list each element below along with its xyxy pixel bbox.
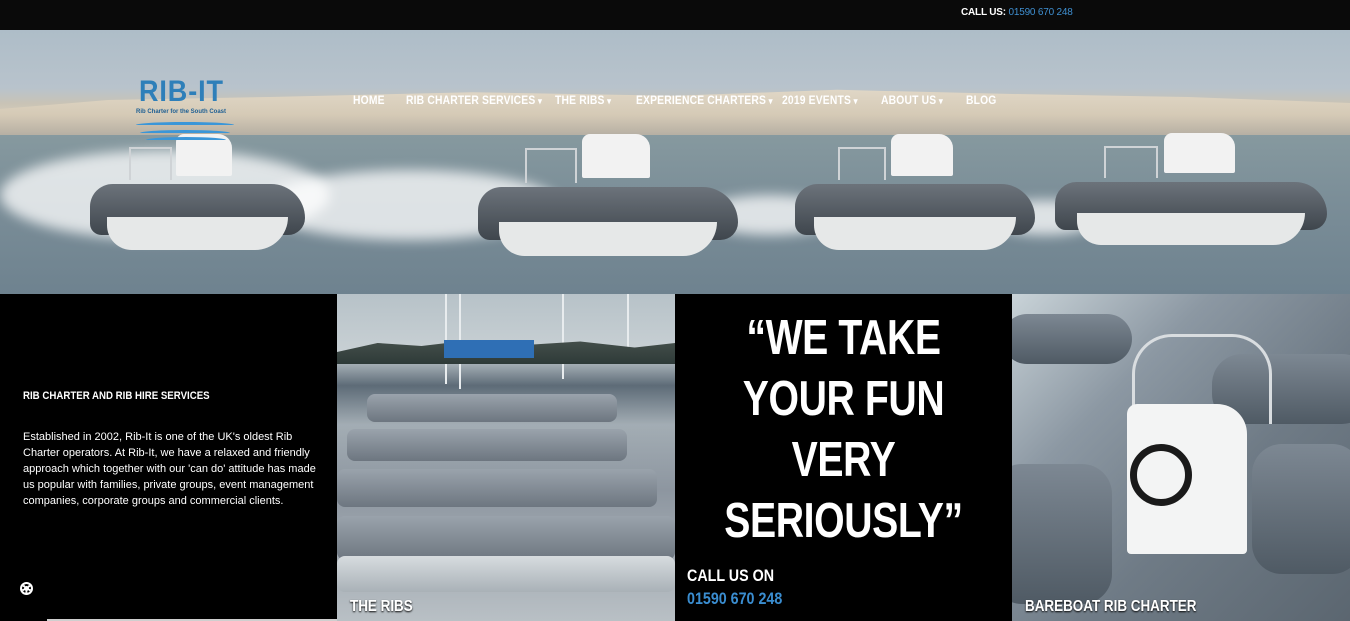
moored-rib: [367, 394, 617, 422]
bareboat-rib-charter-tile[interactable]: BAREBOAT RIB CHARTER: [1012, 294, 1350, 621]
logo-tagline: Rib Charter for the South Coast: [136, 109, 227, 115]
top-call-us: CALL US: 01590 670 248: [961, 7, 1073, 18]
mast: [445, 294, 447, 384]
nav-about-us[interactable]: ABOUT US ▾: [881, 93, 943, 107]
settings-gear-icon[interactable]: [20, 582, 33, 595]
the-ribs-label[interactable]: THE RIBS: [350, 598, 413, 616]
call-us-label: CALL US:: [961, 7, 1006, 18]
steering-wheel-icon: [1130, 444, 1192, 506]
nav-the-ribs[interactable]: THE RIBS ▾: [555, 93, 611, 107]
nav-blog[interactable]: BLOG: [966, 93, 997, 107]
bareboat-rib-charter-label[interactable]: BAREBOAT RIB CHARTER: [1025, 598, 1196, 616]
blue-sail-cover: [444, 340, 534, 358]
moored-rib: [337, 469, 657, 507]
nav-2019-events[interactable]: 2019 EVENTS ▾: [782, 93, 858, 107]
top-bar: CALL US: 01590 670 248: [0, 0, 1350, 30]
quote-panel: “WE TAKE YOUR FUN VERY SERIOUSLY” CALL U…: [675, 294, 1012, 621]
tagline-quote: “WE TAKE YOUR FUN VERY SERIOUSLY”: [724, 311, 963, 548]
intro-heading: RIB CHARTER AND RIB HIRE SERVICES: [23, 390, 210, 402]
call-us-number-link[interactable]: 01590 670 248: [1008, 7, 1072, 18]
chevron-down-icon: ▾: [607, 96, 612, 106]
chevron-down-icon: ▾: [768, 96, 773, 106]
logo-wave-icon: [140, 130, 230, 136]
logo-wave-icon: [136, 122, 234, 128]
nav-experience-charters[interactable]: EXPERIENCE CHARTERS ▾: [636, 93, 773, 107]
moored-rib: [347, 429, 627, 461]
chevron-down-icon: ▾: [938, 96, 943, 106]
rib-tube: [1012, 464, 1112, 604]
logo-wave-icon: [146, 137, 226, 143]
intro-panel: RIB CHARTER AND RIB HIRE SERVICES Establ…: [0, 294, 337, 621]
rib-tube: [1012, 314, 1132, 364]
rib-boat-image: [478, 125, 738, 257]
rib-tube: [1252, 444, 1350, 574]
site-logo[interactable]: RIB-IT Rib Charter for the South Coast: [136, 75, 238, 147]
call-us-on-number[interactable]: 01590 670 248: [687, 589, 782, 609]
hero-banner: RIB-IT Rib Charter for the South Coast H…: [0, 30, 1350, 294]
rib-boat-image: [795, 125, 1035, 251]
moored-rib: [337, 516, 675, 560]
moored-rib: [337, 556, 675, 592]
nav-home[interactable]: HOME: [353, 93, 385, 107]
nav-rib-charter-services[interactable]: RIB CHARTER SERVICES ▾: [406, 93, 542, 107]
chevron-down-icon: ▾: [853, 96, 858, 106]
chevron-down-icon: ▾: [537, 96, 543, 106]
call-us-on-label: CALL US ON: [687, 566, 775, 585]
intro-body: Established in 2002, Rib-It is one of th…: [23, 431, 316, 507]
the-ribs-tile[interactable]: THE RIBS: [337, 294, 675, 621]
mast: [562, 294, 564, 379]
logo-wordmark: RIB-IT: [139, 75, 224, 108]
rib-boat-image: [1055, 125, 1327, 245]
